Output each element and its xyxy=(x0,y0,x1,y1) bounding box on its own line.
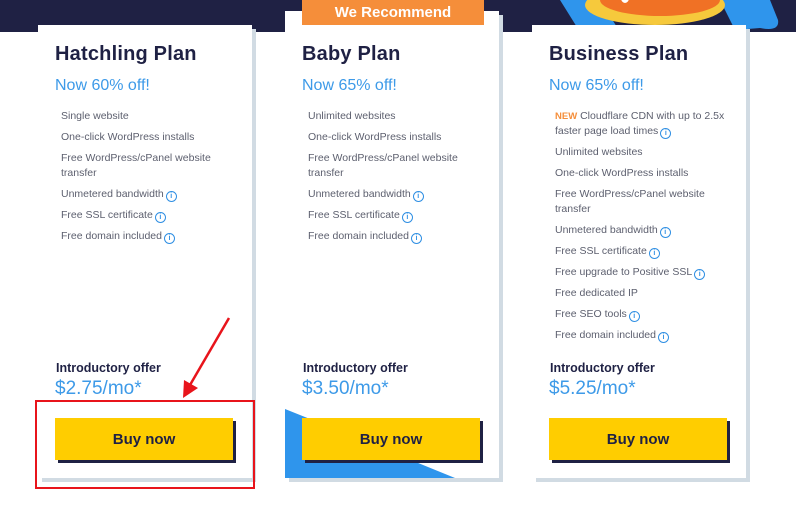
feature-text: One-click WordPress installs xyxy=(555,167,689,179)
plan-discount: Now 65% off! xyxy=(549,77,644,94)
feature-item: Single website xyxy=(61,109,246,124)
feature-text: Free WordPress/cPanel website transfer xyxy=(61,152,211,179)
feature-text: Free SEO tools xyxy=(555,308,627,320)
feature-list: Unlimited websites One-click WordPress in… xyxy=(308,109,493,250)
feature-item: Free SEO tools i xyxy=(555,307,740,322)
feature-item: Unmetered bandwidth i xyxy=(555,223,740,238)
red-highlight-box xyxy=(35,400,255,489)
feature-list: NEW Cloudflare CDN with up to 2.5x faste… xyxy=(555,109,740,349)
info-icon[interactable]: i xyxy=(165,191,177,202)
feature-text: Single website xyxy=(61,110,129,122)
feature-text: Free domain included xyxy=(555,329,656,341)
plan-price: $3.50/mo* xyxy=(302,378,389,399)
feature-text: Unmetered bandwidth xyxy=(61,188,164,200)
info-icon[interactable]: i xyxy=(401,212,413,223)
we-recommend-ribbon: We Recommend xyxy=(302,0,484,25)
feature-item: NEW Cloudflare CDN with up to 2.5x faste… xyxy=(555,109,740,139)
red-arrow-annotation xyxy=(183,317,231,398)
plan-card-business: Business Plan Now 65% off! NEW Cloudflar… xyxy=(532,25,746,478)
intro-offer-label: Introductory offer xyxy=(303,361,408,375)
info-icon[interactable]: i xyxy=(628,311,640,322)
feature-text: Free WordPress/cPanel website transfer xyxy=(555,188,705,215)
feature-item: Free domain included i xyxy=(61,229,246,244)
plan-title: Business Plan xyxy=(549,43,689,65)
feature-text: Unmetered bandwidth xyxy=(308,188,411,200)
intro-offer-label: Introductory offer xyxy=(56,361,161,375)
info-icon[interactable]: i xyxy=(154,212,166,223)
feature-item: Free SSL certificate i xyxy=(555,244,740,259)
plan-card-baby: Baby Plan Now 65% off! Unlimited website… xyxy=(285,11,499,478)
feature-text: Unlimited websites xyxy=(308,110,396,122)
info-icon[interactable]: i xyxy=(659,227,671,238)
feature-item: Free SSL certificate i xyxy=(61,208,246,223)
feature-text: Unmetered bandwidth xyxy=(555,224,658,236)
feature-list: Single website One-click WordPress instal… xyxy=(61,109,246,250)
feature-item: One-click WordPress installs xyxy=(308,130,493,145)
plan-price: $5.25/mo* xyxy=(549,378,636,399)
info-icon[interactable]: i xyxy=(163,233,175,244)
info-icon[interactable]: i xyxy=(694,269,706,280)
feature-text: Unlimited websites xyxy=(555,146,643,158)
feature-item: Unmetered bandwidth i xyxy=(61,187,246,202)
feature-item: Free domain included i xyxy=(555,328,740,343)
feature-item: One-click WordPress installs xyxy=(61,130,246,145)
feature-item: Unlimited websites xyxy=(555,145,740,160)
plan-discount: Now 65% off! xyxy=(302,77,397,94)
info-icon[interactable]: i xyxy=(660,128,672,139)
feature-text: Free WordPress/cPanel website transfer xyxy=(308,152,458,179)
feature-item: Free WordPress/cPanel website transfer xyxy=(555,187,740,217)
info-icon[interactable]: i xyxy=(412,191,424,202)
feature-text: Free domain included xyxy=(308,230,409,242)
feature-text: Free SSL certificate xyxy=(61,209,153,221)
feature-text: Free SSL certificate xyxy=(308,209,400,221)
feature-text: Free SSL certificate xyxy=(555,245,647,257)
buy-now-button-baby[interactable]: Buy now xyxy=(302,418,480,460)
plan-title: Baby Plan xyxy=(302,43,401,65)
buy-now-button-business[interactable]: Buy now xyxy=(549,418,727,460)
plan-title: Hatchling Plan xyxy=(55,43,197,65)
feature-item: Free upgrade to Positive SSL i xyxy=(555,265,740,280)
feature-text: Free dedicated IP xyxy=(555,287,638,299)
feature-text: One-click WordPress installs xyxy=(308,131,442,143)
feature-item: Free domain included i xyxy=(308,229,493,244)
plan-price: $2.75/mo* xyxy=(55,378,142,399)
info-icon[interactable]: i xyxy=(648,248,660,259)
intro-offer-label: Introductory offer xyxy=(550,361,655,375)
info-icon[interactable]: i xyxy=(657,332,669,343)
feature-item: Unlimited websites xyxy=(308,109,493,124)
feature-item: Free dedicated IP xyxy=(555,286,740,301)
info-icon[interactable]: i xyxy=(410,233,422,244)
new-badge: NEW xyxy=(555,111,578,122)
feature-item: Free WordPress/cPanel website transfer xyxy=(308,151,493,181)
feature-item: Free WordPress/cPanel website transfer xyxy=(61,151,246,181)
feature-item: Unmetered bandwidth i xyxy=(308,187,493,202)
feature-item: Free SSL certificate i xyxy=(308,208,493,223)
feature-text: One-click WordPress installs xyxy=(61,131,195,143)
feature-item: One-click WordPress installs xyxy=(555,166,740,181)
feature-text: Free domain included xyxy=(61,230,162,242)
feature-text: Cloudflare CDN with up to 2.5x faster pa… xyxy=(555,110,725,137)
feature-text: Free upgrade to Positive SSL xyxy=(555,266,693,278)
plan-discount: Now 60% off! xyxy=(55,77,150,94)
